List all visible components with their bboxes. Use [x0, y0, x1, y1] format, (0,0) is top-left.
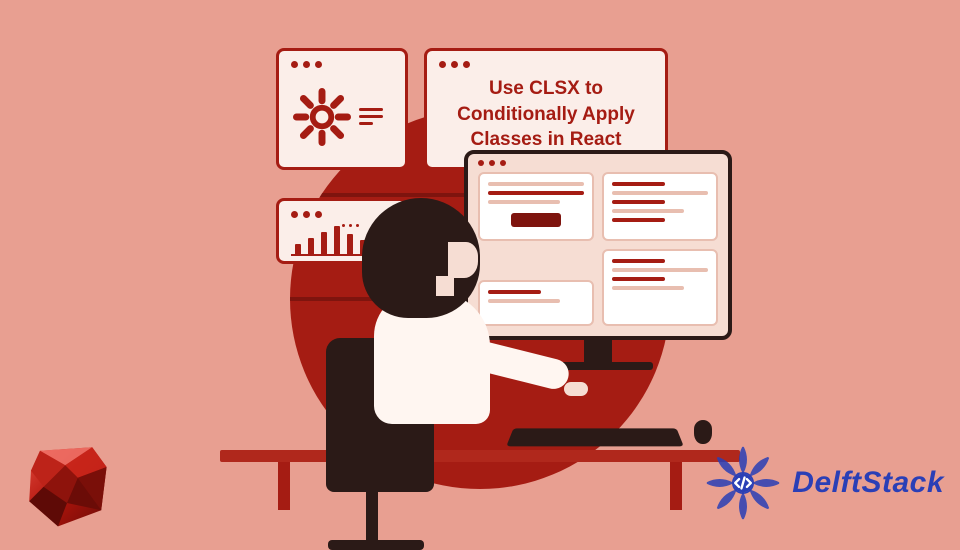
- screen-panel: [602, 249, 718, 326]
- chart-bar: [308, 238, 314, 254]
- window-traffic-lights: [291, 61, 393, 68]
- gear-card-lines: [359, 108, 383, 125]
- screen-panel-button: [511, 213, 561, 227]
- code-tag-icon: [734, 474, 753, 493]
- monitor-stand: [584, 340, 612, 362]
- gear-icon: [293, 88, 351, 146]
- chart-bar: [295, 244, 301, 254]
- mouse: [694, 420, 712, 444]
- window-traffic-lights: [478, 160, 506, 166]
- gear-card: [276, 48, 408, 170]
- chart-bar: [321, 232, 327, 254]
- delftstack-watermark: DelftStack: [704, 444, 944, 522]
- title-text: Use CLSX to Conditionally Apply Classes …: [439, 76, 653, 159]
- person-illustration: [332, 198, 502, 458]
- person-hand: [564, 382, 588, 396]
- window-traffic-lights: [439, 61, 653, 68]
- hero-illustration: Use CLSX to Conditionally Apply Classes …: [220, 30, 740, 510]
- screen-panel: [602, 172, 718, 241]
- ruby-gem-icon: [22, 440, 112, 530]
- mandala-icon: [704, 444, 782, 522]
- keyboard: [506, 428, 684, 446]
- watermark-text: DelftStack: [792, 466, 944, 500]
- person-face: [448, 242, 478, 278]
- monitor: [464, 150, 732, 370]
- person-neck: [436, 276, 454, 296]
- monitor-screen: [464, 150, 732, 340]
